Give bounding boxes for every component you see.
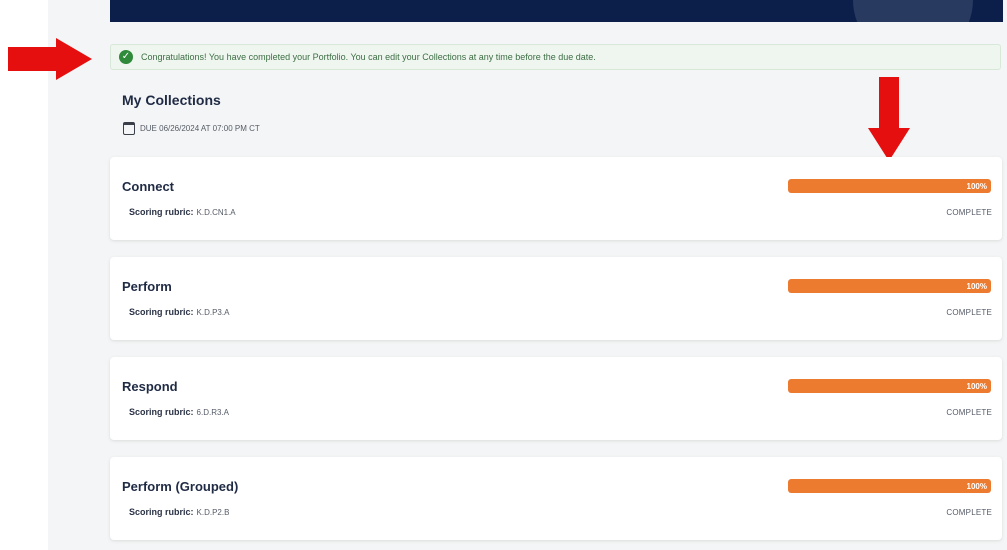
completion-status: COMPLETE: [946, 208, 992, 217]
collection-name[interactable]: Respond: [122, 379, 178, 394]
progress-bar-fill: 100%: [788, 479, 991, 493]
scoring-rubric-code: K.D.CN1.A: [196, 208, 236, 217]
scoring-rubric-code: K.D.P3.A: [196, 308, 230, 317]
calendar-icon: [123, 122, 135, 135]
collection-name[interactable]: Perform (Grouped): [122, 479, 238, 494]
collection-name[interactable]: Perform: [122, 279, 172, 294]
completion-status: COMPLETE: [946, 408, 992, 417]
check-circle-icon: ✓: [119, 50, 133, 64]
scoring-rubric-label: Scoring rubric:: [129, 307, 194, 317]
scoring-rubric-code: 6.D.R3.A: [196, 408, 229, 417]
scoring-rubric: Scoring rubric: K.D.CN1.A: [129, 207, 236, 217]
progress-bar: 100%: [788, 479, 991, 493]
progress-percent: 100%: [966, 281, 987, 291]
progress-bar: 100%: [788, 279, 991, 293]
scoring-rubric-label: Scoring rubric:: [129, 407, 194, 417]
collection-card-perform[interactable]: Perform Scoring rubric: K.D.P3.A 100% COM…: [110, 257, 1002, 340]
completion-status: COMPLETE: [946, 308, 992, 317]
annotation-arrow-down-shaft: [879, 77, 899, 129]
scoring-rubric: Scoring rubric: K.D.P2.B: [129, 507, 229, 517]
scoring-rubric: Scoring rubric: K.D.P3.A: [129, 307, 229, 317]
progress-bar: 100%: [788, 179, 991, 193]
scoring-rubric-label: Scoring rubric:: [129, 507, 194, 517]
progress-percent: 100%: [966, 181, 987, 191]
scoring-rubric-label: Scoring rubric:: [129, 207, 194, 217]
success-alert-message: Congratulations! You have completed your…: [141, 52, 596, 62]
progress-bar-fill: 100%: [788, 179, 991, 193]
collection-card-connect[interactable]: Connect Scoring rubric: K.D.CN1.A 100% CO…: [110, 157, 1002, 240]
success-alert: ✓ Congratulations! You have completed yo…: [110, 44, 1001, 70]
scoring-rubric-code: K.D.P2.B: [196, 508, 230, 517]
progress-bar: 100%: [788, 379, 991, 393]
banner-decoration: [853, 0, 973, 22]
progress-bar-fill: 100%: [788, 279, 991, 293]
due-date-row: DUE 06/26/2024 AT 07:00 PM CT: [123, 122, 260, 135]
progress-percent: 100%: [966, 481, 987, 491]
collections-title: My Collections: [122, 92, 221, 108]
due-date-text: DUE 06/26/2024 AT 07:00 PM CT: [140, 124, 260, 133]
completion-status: COMPLETE: [946, 508, 992, 517]
progress-bar-fill: 100%: [788, 379, 991, 393]
header-banner: [110, 0, 1003, 22]
annotation-arrow-right-icon: [56, 38, 92, 80]
collection-card-perform-grouped[interactable]: Perform (Grouped) Scoring rubric: K.D.P2.…: [110, 457, 1002, 540]
collection-card-respond[interactable]: Respond Scoring rubric: 6.D.R3.A 100% COM…: [110, 357, 1002, 440]
annotation-arrow-right-shaft: [8, 47, 56, 71]
progress-percent: 100%: [966, 381, 987, 391]
collection-name[interactable]: Connect: [122, 179, 174, 194]
scoring-rubric: Scoring rubric: 6.D.R3.A: [129, 407, 229, 417]
